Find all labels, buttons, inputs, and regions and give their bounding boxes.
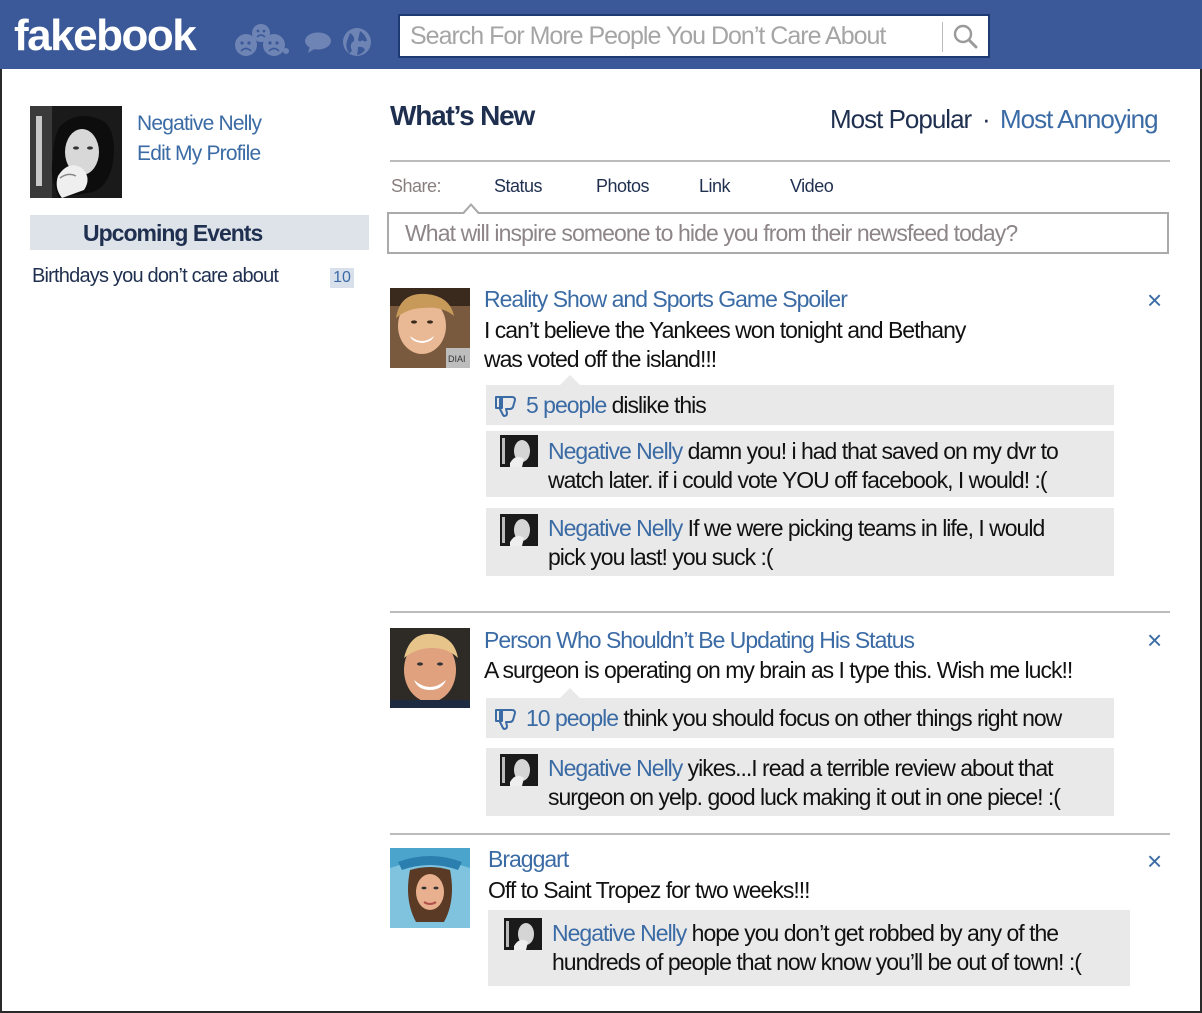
comment-avatar[interactable]	[500, 435, 538, 467]
dislike-rest: think you should focus on other things r…	[618, 705, 1062, 731]
edit-profile-link[interactable]: Edit My Profile	[137, 142, 261, 166]
profile-photo[interactable]	[30, 106, 122, 198]
comment-author-link[interactable]: Negative Nelly	[552, 920, 687, 946]
dislike-bar: 5 people dislike this	[486, 385, 1114, 425]
search-box	[398, 14, 990, 58]
upcoming-events-heading: Upcoming Events	[30, 215, 369, 250]
comments-pointer	[560, 375, 580, 385]
comment-line: yikes...I read a terrible review about t…	[682, 755, 1054, 781]
comment-avatar[interactable]	[500, 754, 538, 786]
globe-icon[interactable]	[342, 27, 372, 57]
tab-status[interactable]: Status	[494, 176, 543, 197]
birthdays-count-badge: 10	[330, 268, 354, 288]
post-author-link[interactable]: Braggart	[488, 846, 569, 873]
profile-name-link[interactable]: Negative Nelly	[137, 112, 262, 136]
comment-author-link[interactable]: Negative Nelly	[548, 755, 683, 781]
page-title: What’s New	[390, 100, 535, 131]
comment-line: hope you don’t get robbed by any of the	[686, 920, 1059, 946]
comment-line: hundreds of people that now know you’ll …	[552, 949, 1082, 975]
comment-author-link[interactable]: Negative Nelly	[548, 515, 683, 541]
tab-photos[interactable]: Photos	[596, 176, 650, 197]
comment-text: Negative Nelly damn you! i had that save…	[548, 437, 1059, 495]
thumbs-down-icon[interactable]	[494, 395, 518, 417]
tab-video[interactable]: Video	[790, 176, 834, 197]
dislike-count-link[interactable]: 10 people	[526, 705, 619, 731]
comment-text: Negative Nelly hope you don’t get robbed…	[552, 919, 1082, 977]
comment: Negative Nelly If we were picking teams …	[486, 508, 1114, 576]
post-divider	[390, 833, 1170, 835]
comment-line: surgeon on yelp. good luck making it out…	[548, 784, 1061, 810]
filter-separator: ·	[982, 104, 991, 134]
comment: Negative Nelly hope you don’t get robbed…	[488, 910, 1130, 986]
post-author-link[interactable]: Person Who Shouldn’t Be Updating His Sta…	[484, 627, 915, 654]
search-input[interactable]	[400, 16, 940, 56]
dislike-text: 5 people dislike this	[526, 391, 707, 420]
header-divider	[390, 160, 1170, 162]
top-bar: fakebook	[0, 0, 1202, 69]
post-text-line: I can’t believe the Yankees won tonight …	[484, 317, 966, 343]
comment: Negative Nelly damn you! i had that save…	[486, 431, 1114, 497]
close-icon[interactable]: ×	[1147, 848, 1162, 874]
post-text-line: was voted off the island!!!	[484, 346, 717, 372]
close-icon[interactable]: ×	[1147, 627, 1162, 653]
svg-text:DIAI: DIAI	[448, 354, 466, 364]
comment-line: pick you last! you suck :(	[548, 544, 774, 570]
filter-most-popular[interactable]: Most Popular	[830, 104, 972, 135]
search-divider	[942, 22, 943, 52]
comment-line: damn you! i had that saved on my dvr to	[682, 438, 1059, 464]
close-icon[interactable]: ×	[1147, 287, 1162, 313]
comment-avatar[interactable]	[504, 918, 542, 950]
comment-author-link[interactable]: Negative Nelly	[548, 438, 683, 464]
post-text: I can’t believe the Yankees won tonight …	[484, 316, 966, 374]
post-avatar[interactable]	[390, 848, 470, 928]
post-text: Off to Saint Tropez for two weeks!!!	[488, 877, 811, 903]
dislike-bar: 10 people think you should focus on othe…	[486, 698, 1114, 738]
share-label: Share:	[391, 176, 442, 196]
post-avatar[interactable]: DIAI	[390, 288, 470, 368]
dislike-text: 10 people think you should focus on othe…	[526, 704, 1062, 733]
comment: Negative Nelly yikes...I read a terrible…	[486, 748, 1114, 816]
search-icon[interactable]	[946, 18, 986, 54]
comment-avatar[interactable]	[500, 514, 538, 546]
post-text: A surgeon is operating on my brain as I …	[484, 657, 1073, 683]
comments-pointer	[560, 688, 580, 698]
thumbs-down-icon[interactable]	[494, 708, 518, 730]
comment-text: Negative Nelly yikes...I read a terrible…	[548, 754, 1061, 812]
post-author-link[interactable]: Reality Show and Sports Game Spoiler	[484, 286, 848, 313]
comment-line: If we were picking teams in life, I woul…	[682, 515, 1046, 541]
comment-line: watch later. if i could vote YOU off fac…	[548, 467, 1048, 493]
post-divider	[390, 611, 1170, 613]
comment-text: Negative Nelly If we were picking teams …	[548, 514, 1046, 572]
post-avatar[interactable]	[390, 628, 470, 708]
chat-bubble-icon[interactable]	[304, 32, 334, 54]
filter-most-annoying[interactable]: Most Annoying	[1000, 104, 1159, 135]
status-input[interactable]	[389, 214, 1167, 252]
dislike-count-link[interactable]: 5 people	[526, 392, 607, 418]
composer-pointer-inner	[464, 206, 478, 214]
birthdays-link[interactable]: Birthdays you don’t care about	[32, 265, 279, 288]
tab-link[interactable]: Link	[699, 176, 731, 197]
friend-requests-icon[interactable]	[234, 24, 290, 56]
status-composer	[387, 212, 1169, 254]
dislike-rest: dislike this	[606, 392, 707, 418]
logo[interactable]: fakebook	[14, 12, 197, 60]
